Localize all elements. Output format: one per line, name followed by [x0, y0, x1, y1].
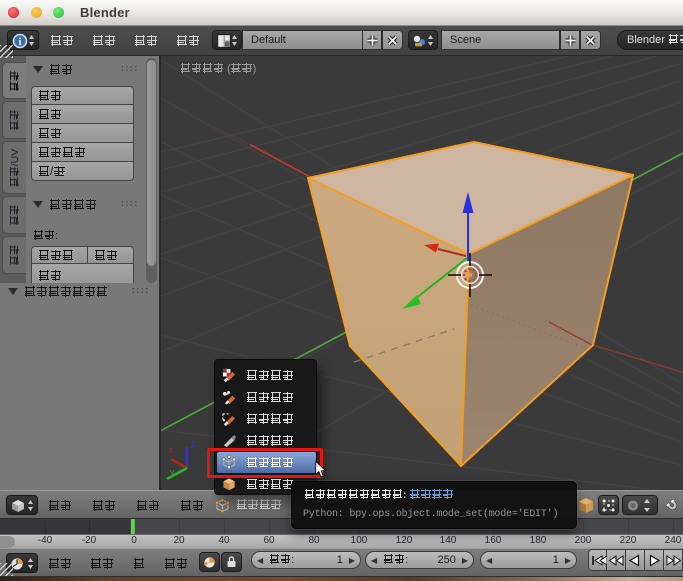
svg-text:y: y — [170, 467, 175, 477]
svg-text:x: x — [169, 445, 174, 455]
svg-text:z: z — [191, 439, 196, 449]
svg-text:i: i — [19, 37, 22, 48]
